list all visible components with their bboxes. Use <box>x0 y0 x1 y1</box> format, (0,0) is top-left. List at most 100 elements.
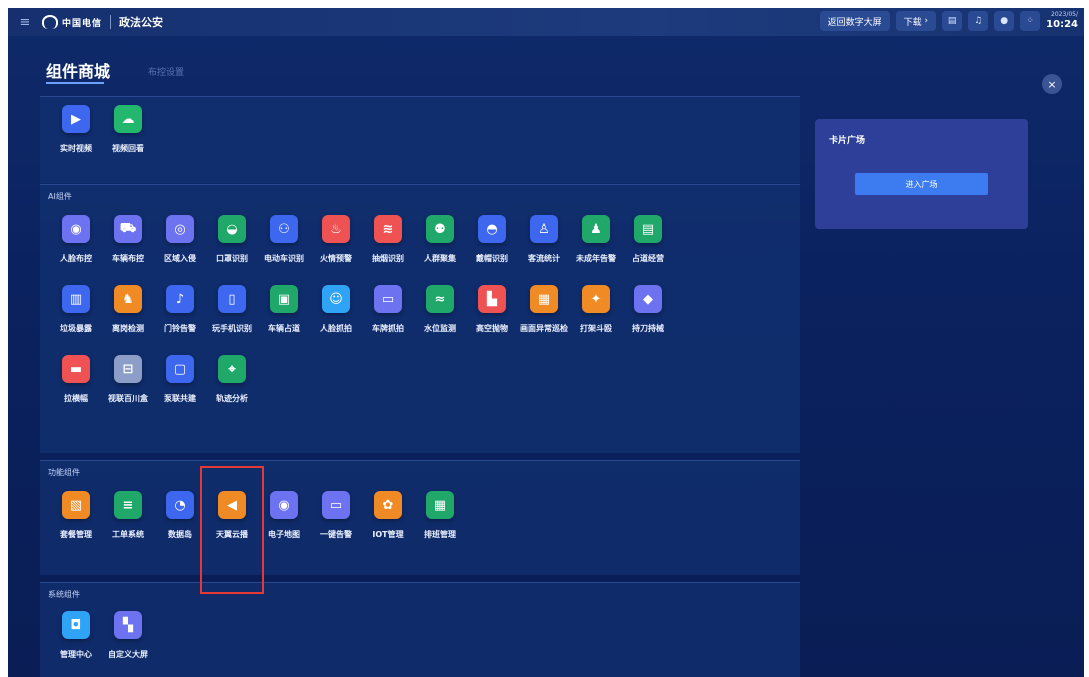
date-text: 2023/05/ <box>1051 11 1078 18</box>
component-box[interactable]: ⊟ 视联百川盒 <box>102 355 154 425</box>
component-location[interactable]: ⌖ 轨迹分析 <box>206 355 258 425</box>
topbar-actions: 返回数字大屏 下载 › ▤ ♫ ● ⁘ 2023/05/ 10:24 <box>819 11 1078 31</box>
section-system: 系统组件 ◘ 管理中心 ▚ 自定义大屏 <box>40 582 800 677</box>
section-label: 系统组件 <box>48 590 80 599</box>
component-label: 客流统计 <box>528 254 560 263</box>
enter-square-button[interactable]: 进入广场 <box>855 173 988 195</box>
bell-icon: ♪ <box>166 285 194 313</box>
component-label: 排班管理 <box>424 530 456 539</box>
menu-icon[interactable]: ≡ <box>16 13 34 31</box>
component-water[interactable]: ≈ 水位监测 <box>414 285 466 355</box>
back-to-dashboard-button[interactable]: 返回数字大屏 <box>819 11 890 31</box>
component-label: 一键告警 <box>320 530 352 539</box>
component-label: 未成年告警 <box>576 254 616 263</box>
component-car[interactable]: ⛟ 车辆布控 <box>102 215 154 285</box>
phone-icon: ▯ <box>218 285 246 313</box>
bell-icon[interactable]: ♫ <box>968 11 989 31</box>
alarm-icon: ▭ <box>322 491 350 519</box>
component-play[interactable]: ▶ 实时视频 <box>50 105 102 175</box>
component-leave-post[interactable]: ♞ 离岗检测 <box>102 285 154 355</box>
iot-icon: ✿ <box>374 491 402 519</box>
component-plate[interactable]: ▭ 车牌抓拍 <box>362 285 414 355</box>
component-grid: ◉ 人脸布控 ⛟ 车辆布控 ◎ 区域入侵 ◒ 口罩识别 ⚇ 电动车识别 ♨ 火情预警 ≋ 抽烟识别 ⚉ 人群聚… <box>50 215 674 425</box>
component-target[interactable]: ◎ 区域入侵 <box>154 215 206 285</box>
banner-icon: ▬ <box>62 355 90 383</box>
section-video: ▶ 实时视频 ☁ 视频回看 <box>40 96 800 183</box>
component-building[interactable]: ▙ 高空抛物 <box>466 285 518 355</box>
user-icon[interactable]: ● <box>994 11 1015 31</box>
component-pie[interactable]: ◔ 数据岛 <box>154 491 206 561</box>
component-label: 抽烟识别 <box>372 254 404 263</box>
component-label: IOT管理 <box>372 530 404 539</box>
component-label: 工单系统 <box>112 530 144 539</box>
component-label: 水位监测 <box>424 324 456 333</box>
component-label: 车牌抓拍 <box>372 324 404 333</box>
component-phone[interactable]: ▯ 玩手机识别 <box>206 285 258 355</box>
component-map-pin[interactable]: ◉ 电子地图 <box>258 491 310 561</box>
component-label: 人群聚集 <box>424 254 456 263</box>
component-smoke[interactable]: ≋ 抽烟识别 <box>362 215 414 285</box>
close-button[interactable]: × <box>1042 74 1062 94</box>
top-bar: ≡ 中国电信 政法公安 返回数字大屏 下载 › ▤ ♫ ● ⁘ 2023/05/… <box>8 8 1084 36</box>
component-label: 电子地图 <box>268 530 300 539</box>
download-button[interactable]: 下载 › <box>895 11 937 31</box>
clock: 2023/05/ 10:24 <box>1046 12 1078 30</box>
link-icon: ▢ <box>166 355 194 383</box>
card-title: 卡片广场 <box>829 136 866 146</box>
component-label: 实时视频 <box>60 144 92 153</box>
component-fire[interactable]: ♨ 火情预警 <box>310 215 362 285</box>
component-alarm[interactable]: ▭ 一键告警 <box>310 491 362 561</box>
admin-icon: ◘ <box>62 611 90 639</box>
doc-icon: ≡ <box>114 491 142 519</box>
target-icon: ◎ <box>166 215 194 243</box>
component-bell[interactable]: ♪ 门铃告警 <box>154 285 206 355</box>
logo-text: 中国电信 <box>62 18 103 29</box>
component-label: 人脸布控 <box>60 254 92 263</box>
fight-icon: ✦ <box>582 285 610 313</box>
trash-icon: ▥ <box>62 285 90 313</box>
component-calendar[interactable]: ▦ 排班管理 <box>414 491 466 561</box>
component-doc[interactable]: ≡ 工单系统 <box>102 491 154 561</box>
component-label: 打架斗殴 <box>580 324 612 333</box>
component-label: 视频回看 <box>112 144 144 153</box>
component-trash[interactable]: ▥ 垃圾暴露 <box>50 285 102 355</box>
message-icon[interactable]: ▤ <box>942 11 963 31</box>
component-person[interactable]: ♙ 客流统计 <box>518 215 570 285</box>
selection-highlight <box>200 466 264 594</box>
component-face-capture[interactable]: ☺ 人脸抓拍 <box>310 285 362 355</box>
close-icon: × <box>1047 77 1057 91</box>
page-subtitle: 布控设置 <box>148 68 185 78</box>
component-child[interactable]: ♟ 未成年告警 <box>570 215 622 285</box>
plate-icon: ▭ <box>374 285 402 313</box>
component-link[interactable]: ▢ 泵联共建 <box>154 355 206 425</box>
component-label: 轨迹分析 <box>216 394 248 403</box>
component-knife[interactable]: ◆ 持刀持械 <box>622 285 674 355</box>
section-function: 功能组件 ▧ 套餐管理 ≡ 工单系统 ◔ 数据岛 ◀ 天翼云播 ◉ 电子地图 ▭ 一键告警 ✿ IOT管理… <box>40 460 800 575</box>
component-cloud[interactable]: ☁ 视频回看 <box>102 105 154 175</box>
component-screen-check[interactable]: ▦ 画面异常巡检 <box>518 285 570 355</box>
component-ebike[interactable]: ⚇ 电动车识别 <box>258 215 310 285</box>
component-label: 自定义大屏 <box>108 650 148 659</box>
component-lane[interactable]: ▣ 车辆占道 <box>258 285 310 355</box>
component-label: 持刀持械 <box>632 324 664 333</box>
section-label: 功能组件 <box>48 468 80 477</box>
component-admin[interactable]: ◘ 管理中心 <box>50 611 102 677</box>
component-label: 拉横幅 <box>64 394 88 403</box>
component-face[interactable]: ◉ 人脸布控 <box>50 215 102 285</box>
component-crowd[interactable]: ⚉ 人群聚集 <box>414 215 466 285</box>
component-grid: ▶ 实时视频 ☁ 视频回看 <box>50 105 674 175</box>
component-label: 戴帽识别 <box>476 254 508 263</box>
component-package[interactable]: ▧ 套餐管理 <box>50 491 102 561</box>
component-dashboard[interactable]: ▚ 自定义大屏 <box>102 611 154 677</box>
play-icon: ▶ <box>62 105 90 133</box>
component-banner[interactable]: ▬ 拉横幅 <box>50 355 102 425</box>
component-iot[interactable]: ✿ IOT管理 <box>362 491 414 561</box>
component-helmet[interactable]: ◓ 戴帽识别 <box>466 215 518 285</box>
component-fight[interactable]: ✦ 打架斗殴 <box>570 285 622 355</box>
component-stall[interactable]: ▤ 占道经营 <box>622 215 674 285</box>
apps-icon[interactable]: ⁘ <box>1020 11 1041 31</box>
component-label: 车辆占道 <box>268 324 300 333</box>
section-ai: AI组件 ◉ 人脸布控 ⛟ 车辆布控 ◎ 区域入侵 ◒ 口罩识别 ⚇ 电动车识别 ♨ 火情预警 ≋ 抽烟识… <box>40 184 800 453</box>
component-mask[interactable]: ◒ 口罩识别 <box>206 215 258 285</box>
smoke-icon: ≋ <box>374 215 402 243</box>
